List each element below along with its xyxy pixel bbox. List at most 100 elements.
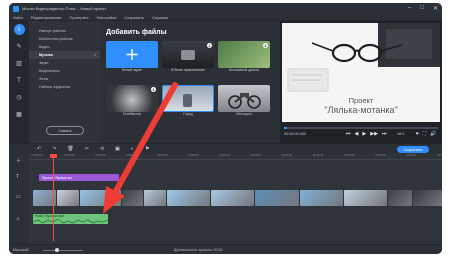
video-clip[interactable] <box>121 190 144 206</box>
tile-label: Мотоцикл <box>236 112 252 116</box>
more-tools-icon[interactable]: ▦ <box>14 109 25 120</box>
tile-label: В бегах приключение <box>171 68 205 72</box>
window-title: Movavi Видеоредактор Плюс – Новый проект <box>22 6 107 11</box>
video-clip[interactable] <box>79 190 121 206</box>
audio-clip-label: Нова_Музыка.mp3 <box>35 214 65 218</box>
preview-tool-icons: ⏺ ⛶ 🔊 <box>416 131 436 137</box>
zoom-slider[interactable] <box>43 250 83 251</box>
ruler-ticks: 00:00:00 00:00:05 00:00:10 00:00:15 00:00:20… <box>29 154 442 157</box>
step-forward-icon[interactable]: ▶▶ <box>370 131 378 137</box>
preview-panel: Проект "Лялька-мотанка" 00:00:00.000 ⏮ ◀… <box>280 21 442 143</box>
delete-icon[interactable]: 🗑 <box>67 146 73 152</box>
playhead[interactable] <box>53 156 54 241</box>
media-tile[interactable]: Мотоцикл <box>218 85 270 119</box>
marker-icon[interactable]: ⚑ <box>145 146 149 152</box>
maximize-button[interactable]: □ <box>420 5 424 12</box>
transitions-icon[interactable]: ▥ <box>14 58 25 69</box>
menu-help[interactable]: Справка <box>152 15 168 20</box>
category-label: Видеоклипы <box>39 69 60 73</box>
track-headers: ＋ T ▭ ♫ <box>9 154 29 244</box>
video-clip[interactable] <box>300 190 344 206</box>
video-clip[interactable] <box>210 190 254 206</box>
tile-thumbnail <box>162 85 214 112</box>
menu-edit[interactable]: Редактирование <box>31 15 61 20</box>
snapshot-icon[interactable]: ⏺ <box>416 131 419 137</box>
media-tile[interactable]: 2 Боннбастер <box>106 85 158 119</box>
video-clip[interactable] <box>57 190 79 206</box>
video-clip[interactable] <box>412 190 442 206</box>
category-clips[interactable]: Видеоклипы <box>29 67 100 75</box>
save-button[interactable]: Сохранить <box>397 146 429 153</box>
tile-thumbnail: 2 <box>218 41 270 68</box>
color-adjust-icon[interactable]: ◐ <box>131 146 134 152</box>
ruler-tick: 00:00:35 <box>250 154 261 157</box>
fullscreen-icon[interactable]: ⛶ <box>423 131 427 137</box>
tools-rail: ⇩ ✎ ▥ T ◷ ▦ <box>9 21 29 143</box>
category-label: Импорт файлов <box>39 29 66 33</box>
step-back-icon[interactable]: ◀ <box>355 131 359 137</box>
video-clip[interactable] <box>254 190 300 206</box>
media-tile[interactable]: 2 Бесшовные деньги <box>218 41 270 75</box>
titles-icon[interactable]: T <box>14 75 25 86</box>
category-backgrounds[interactable]: Фоны <box>29 75 100 83</box>
skip-start-icon[interactable]: ⏮ <box>346 131 351 137</box>
ruler-tick: 00:00:25 <box>188 154 199 157</box>
edit-tools: ↶ ↷ 🗑 ✂ ⟲ ▣ ◐ ⚑ <box>37 146 149 152</box>
time-ruler[interactable]: 00:00:00 00:00:05 00:00:10 00:00:15 00:00:20… <box>29 154 442 160</box>
menu-play[interactable]: Проиграть <box>69 15 88 20</box>
zoom-slider-handle[interactable] <box>55 248 59 252</box>
filters-icon[interactable]: ✎ <box>14 41 25 52</box>
category-sounds[interactable]: Звуки <box>29 59 100 67</box>
media-tile[interactable]: 2 В бегах приключение <box>162 41 214 75</box>
ruler-tick: 00:00:00 <box>33 154 44 157</box>
video-track <box>33 190 442 206</box>
edit-toolbar: ↶ ↷ 🗑 ✂ ⟲ ▣ ◐ ⚑ Сохранить <box>9 143 442 154</box>
app-logo-icon <box>13 5 19 12</box>
category-effect-packs[interactable]: Наборы эффектов <box>29 83 100 91</box>
media-tile[interactable]: Белый экран <box>106 41 158 75</box>
category-import[interactable]: Импорт файлов <box>29 27 100 35</box>
title-track-icon: T <box>16 174 20 180</box>
tile-thumbnail <box>106 41 158 68</box>
minimize-button[interactable]: – <box>408 5 411 12</box>
close-button[interactable]: ✕ <box>433 5 438 12</box>
import-icon[interactable]: ⇩ <box>13 24 25 35</box>
tile-thumbnail <box>218 85 270 112</box>
skip-end-icon[interactable]: ⏭ <box>382 131 387 137</box>
menu-settings[interactable]: Настройки <box>97 15 117 20</box>
aspect-ratio-select[interactable]: 16:9 <box>397 132 404 136</box>
tile-badge: 2 <box>263 43 268 48</box>
video-clip[interactable] <box>344 190 388 206</box>
play-icon[interactable]: ▶ <box>362 131 366 137</box>
playback-controls: 00:00:00.000 ⏮ ◀ ▶ ▶▶ ⏭ 16:9 ⏺ ⛶ 🔊 <box>282 124 440 141</box>
volume-icon[interactable]: 🔊 <box>430 131 436 137</box>
preview-scrubber[interactable] <box>284 127 438 129</box>
category-music[interactable]: Музыка 8 <box>29 51 100 59</box>
undo-icon[interactable]: ↶ <box>37 146 41 152</box>
redo-icon[interactable]: ↷ <box>52 146 56 152</box>
tile-badge: 2 <box>151 87 156 92</box>
video-clip[interactable] <box>144 190 166 206</box>
stickers-icon[interactable]: ◷ <box>14 92 25 103</box>
preview-frame: Проект "Лялька-мотанка" <box>282 23 440 122</box>
download-button[interactable]: Скачать <box>46 126 84 135</box>
menu-file[interactable]: Файл <box>13 15 23 20</box>
category-library[interactable]: Библиотека файлов <box>29 35 100 43</box>
video-clip[interactable] <box>166 190 210 206</box>
tile-badge: 2 <box>207 43 212 48</box>
app-window: Movavi Видеоредактор Плюс – Новый проект… <box>9 3 442 254</box>
audio-clip[interactable]: Нова_Музыка.mp3 <box>33 214 108 224</box>
title-clip[interactable]: Проект "Лялька-мо <box>39 174 119 181</box>
crop-icon[interactable]: ▣ <box>115 146 120 152</box>
ruler-tick: 00:00:55 <box>375 154 386 157</box>
category-video[interactable]: Видео <box>29 43 100 51</box>
add-track-icon[interactable]: ＋ <box>16 157 21 164</box>
media-tile[interactable]: Город <box>162 85 214 119</box>
category-label: Звуки <box>39 61 49 65</box>
category-label: Музыка <box>39 53 53 57</box>
menu-save[interactable]: Сохранить <box>124 15 144 20</box>
rotate-icon[interactable]: ⟲ <box>100 146 104 152</box>
cut-icon[interactable]: ✂ <box>85 146 89 152</box>
menu-bar: Файл Редактирование Проиграть Настройки … <box>9 14 442 21</box>
video-clip[interactable] <box>388 190 412 206</box>
